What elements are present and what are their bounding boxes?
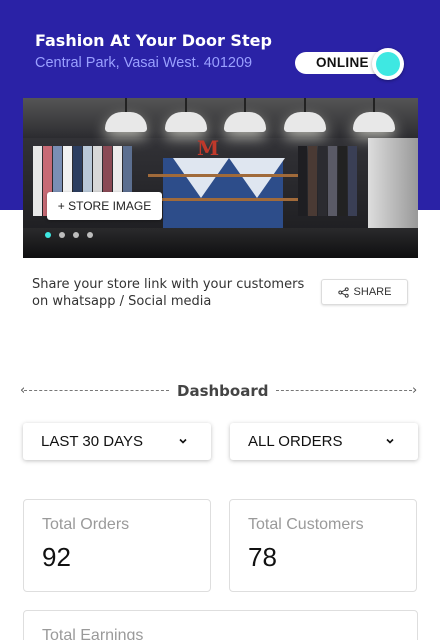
- carousel-dot[interactable]: [73, 232, 79, 238]
- share-description: Share your store link with your customer…: [32, 277, 305, 309]
- orders-filter-select[interactable]: ALL ORDERS: [230, 423, 418, 460]
- share-button-label: SHARE: [353, 286, 392, 298]
- dashboard-title: Dashboard: [177, 382, 269, 400]
- total-customers-card[interactable]: Total Customers 78: [229, 499, 417, 592]
- dashboard-divider: ‹ Dashboard ›: [20, 381, 420, 401]
- store-address: Central Park, Vasai West. 401209: [35, 55, 253, 71]
- chevron-right-icon: ›: [412, 383, 418, 398]
- carousel-dot[interactable]: [87, 232, 93, 238]
- period-filter-select[interactable]: LAST 30 DAYS: [23, 423, 211, 460]
- add-store-image-button[interactable]: + STORE IMAGE: [47, 192, 162, 220]
- stat-value: 92: [42, 542, 71, 572]
- online-status-label: ONLINE: [316, 55, 369, 70]
- stat-label: Total Earnings: [42, 627, 144, 640]
- carousel-indicators: [45, 232, 93, 238]
- period-filter-value: LAST 30 DAYS: [41, 433, 143, 450]
- chevron-down-icon: [386, 438, 394, 444]
- stat-value: 78: [248, 542, 277, 572]
- carousel-dot[interactable]: [59, 232, 65, 238]
- share-button[interactable]: SHARE: [321, 279, 408, 305]
- store-title: Fashion At Your Door Step: [35, 31, 272, 50]
- orders-filter-value: ALL ORDERS: [248, 433, 343, 450]
- carousel-dot[interactable]: [45, 232, 51, 238]
- stat-label: Total Customers: [248, 516, 364, 533]
- chevron-down-icon: [179, 438, 187, 444]
- stat-label: Total Orders: [42, 516, 130, 533]
- total-orders-card[interactable]: Total Orders 92: [23, 499, 211, 592]
- toggle-knob[interactable]: [372, 48, 404, 80]
- total-earnings-card[interactable]: Total Earnings: [23, 610, 418, 640]
- share-icon: [337, 286, 349, 298]
